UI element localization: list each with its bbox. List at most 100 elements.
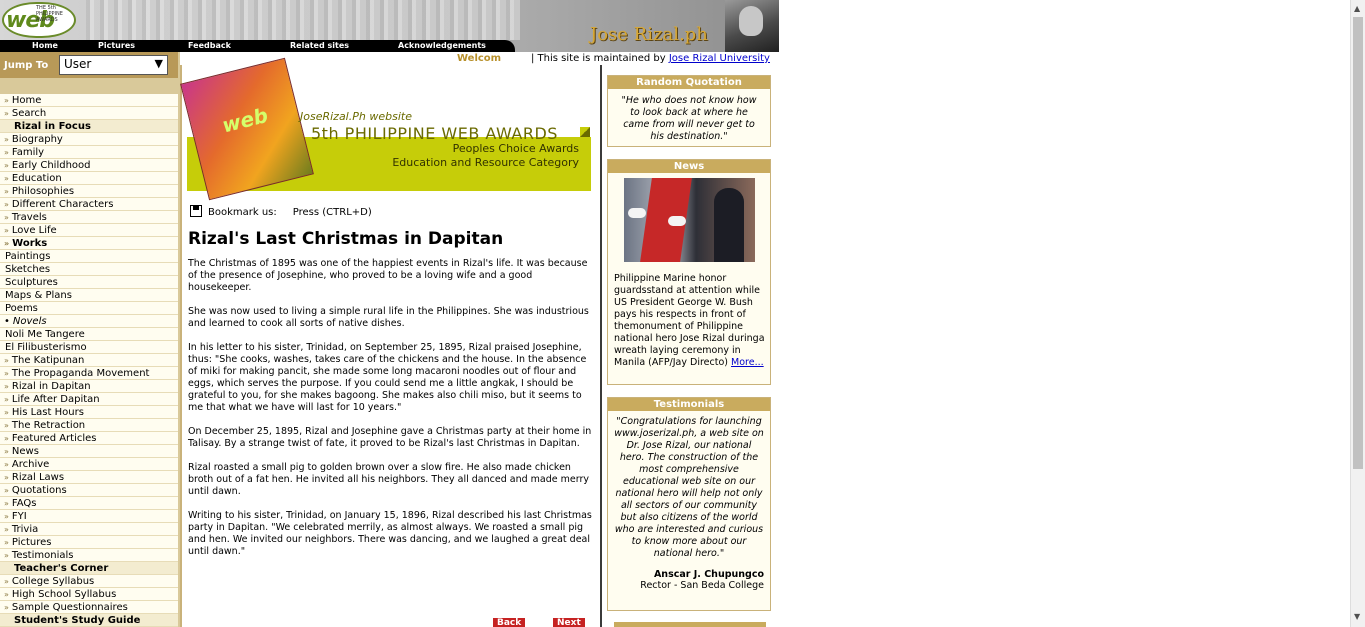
- sidebar-item[interactable]: » College Syllabus: [0, 575, 178, 588]
- sidebar-item[interactable]: » Featured Articles: [0, 432, 178, 445]
- bookmark-label: Bookmark us:: [208, 207, 277, 218]
- sidebar-item[interactable]: Paintings: [0, 250, 178, 263]
- back-button[interactable]: Back: [493, 618, 526, 627]
- sidebar-item[interactable]: » Sample Questionnaires: [0, 601, 178, 614]
- sidebar-item[interactable]: » Rizal Laws: [0, 471, 178, 484]
- sidebar-item[interactable]: Sculptures: [0, 276, 178, 289]
- nav-home[interactable]: Home: [32, 41, 58, 50]
- sidebar-item[interactable]: » Early Childhood: [0, 159, 178, 172]
- news-photo[interactable]: [624, 178, 755, 262]
- sidebar-item[interactable]: » The Retraction: [0, 419, 178, 432]
- sidebar-item-label: Teacher's Corner: [14, 563, 109, 574]
- scroll-up-arrow-icon[interactable]: ▲: [1354, 4, 1360, 13]
- jru-link[interactable]: Jose Rizal University: [669, 53, 770, 64]
- sidebar-item[interactable]: » Trivia: [0, 523, 178, 536]
- sidebar-item[interactable]: » High School Syllabus: [0, 588, 178, 601]
- sidebar-item[interactable]: Noli Me Tangere: [0, 328, 178, 341]
- news-caption: Philippine Marine honor guardsstand at a…: [614, 273, 765, 368]
- sidebar-item[interactable]: » Rizal in Dapitan: [0, 380, 178, 393]
- sidebar-item[interactable]: » The Katipunan: [0, 354, 178, 367]
- sidebar-item[interactable]: Sketches: [0, 263, 178, 276]
- sidebar-item[interactable]: El Filibusterismo: [0, 341, 178, 354]
- logo-small-text: THE 5th PHILIPPINE AWARDS: [36, 5, 63, 23]
- chevron-right-icon: »: [4, 213, 9, 222]
- sidebar-item[interactable]: » Travels: [0, 211, 178, 224]
- sidebar-item-label: The Retraction: [11, 420, 86, 431]
- banner-line-3: Peoples Choice Awards: [452, 142, 579, 155]
- scrollbar-thumb[interactable]: [1353, 17, 1363, 469]
- sidebar-item[interactable]: » Life After Dapitan: [0, 393, 178, 406]
- sidebar-item[interactable]: • Novels: [0, 315, 178, 328]
- nav-pictures[interactable]: Pictures: [98, 41, 135, 50]
- sidebar-item[interactable]: » Family: [0, 146, 178, 159]
- sidebar-item[interactable]: » Pictures: [0, 536, 178, 549]
- sidebar-item-label: The Katipunan: [11, 355, 85, 366]
- sidebar-item-label: Life After Dapitan: [11, 394, 100, 405]
- sidebar-item-label: His Last Hours: [11, 407, 84, 418]
- nav-related-sites[interactable]: Related sites: [290, 41, 349, 50]
- sidebar-item-label: Trivia: [11, 524, 39, 535]
- sidebar-item-label: Philosophies: [11, 186, 75, 197]
- sidebar-item-label: Rizal Laws: [11, 472, 65, 483]
- sidebar-item[interactable]: » The Propaganda Movement: [0, 367, 178, 380]
- article-paragraph: She was now used to living a simple rura…: [188, 306, 589, 329]
- next-button[interactable]: Next: [553, 618, 585, 627]
- sidebar-item-label: Noli Me Tangere: [5, 329, 85, 340]
- web-awards-logo[interactable]: web THE 5th PHILIPPINE AWARDS: [2, 2, 76, 38]
- sidebar-item[interactable]: » Archive: [0, 458, 178, 471]
- jump-to-select[interactable]: User ▼: [59, 55, 168, 75]
- testimonial-author: Anscar J. Chupungco: [653, 569, 764, 580]
- site-header: web THE 5th PHILIPPINE AWARDS Jose Rizal…: [0, 0, 779, 52]
- sidebar-item[interactable]: » Love Life: [0, 224, 178, 237]
- chevron-right-icon: »: [4, 499, 9, 508]
- chevron-right-icon: »: [4, 525, 9, 534]
- sidebar-item-label: Sculptures: [5, 277, 58, 288]
- article-paragraph: On December 25, 1895, Rizal and Josephin…: [188, 426, 592, 449]
- sidebar-item-label: Archive: [11, 459, 50, 470]
- floppy-disk-icon[interactable]: [190, 205, 202, 217]
- nav-feedback[interactable]: Feedback: [188, 41, 231, 50]
- sidebar: Jump To User ▼ » Home» Search Rizal in Focu…: [0, 52, 180, 627]
- sidebar-item-label: Featured Articles: [11, 433, 97, 444]
- sidebar-item[interactable]: » Different Characters: [0, 198, 178, 211]
- news-heading: News: [608, 160, 770, 173]
- sidebar-item[interactable]: » Search: [0, 107, 178, 120]
- sidebar-item[interactable]: » Education: [0, 172, 178, 185]
- scroll-down-arrow-icon[interactable]: ▼: [1354, 612, 1360, 621]
- chevron-right-icon: »: [4, 187, 9, 196]
- sidebar-item-label: High School Syllabus: [11, 589, 117, 600]
- sidebar-item[interactable]: » News: [0, 445, 178, 458]
- chevron-right-icon: »: [4, 135, 9, 144]
- sidebar-item-label: Pictures: [11, 537, 52, 548]
- chevron-right-icon: »: [4, 447, 9, 456]
- news-more-link[interactable]: More...: [731, 357, 764, 368]
- header-photo-strip: [80, 0, 520, 40]
- nav-acknowledgements[interactable]: Acknowledgements: [398, 41, 486, 50]
- sidebar-item[interactable]: » Biography: [0, 133, 178, 146]
- sidebar-item[interactable]: » His Last Hours: [0, 406, 178, 419]
- sidebar-item-label: FYI: [11, 511, 27, 522]
- sidebar-item[interactable]: » FAQs: [0, 497, 178, 510]
- chevron-right-icon: »: [4, 109, 9, 118]
- sidebar-item[interactable]: » Home: [0, 94, 178, 107]
- chevron-right-icon: »: [4, 512, 9, 521]
- chevron-right-icon: »: [4, 200, 9, 209]
- sidebar-item[interactable]: Poems: [0, 302, 178, 315]
- sidebar-item-label: Home: [11, 95, 42, 106]
- sidebar-item-label: Biography: [11, 134, 63, 145]
- sidebar-item[interactable]: » Testimonials: [0, 549, 178, 562]
- web-awards-banner[interactable]: web JoseRizal.Ph website 5th PHILIPPINE …: [180, 57, 591, 201]
- banner-line-1: JoseRizal.Ph website: [300, 110, 412, 123]
- sidebar-item[interactable]: » Philosophies: [0, 185, 178, 198]
- scrollbar[interactable]: ▲ ▼: [1350, 0, 1365, 627]
- article-body: The Christmas of 1895 was one of the hap…: [188, 258, 598, 570]
- sidebar-item[interactable]: » FYI: [0, 510, 178, 523]
- news-text: Philippine Marine honor guardsstand at a…: [614, 273, 768, 369]
- sidebar-item-label: Family: [11, 147, 45, 158]
- chevron-right-icon: »: [4, 226, 9, 235]
- sidebar-item[interactable]: » Quotations: [0, 484, 178, 497]
- sidebar-item[interactable]: Maps & Plans: [0, 289, 178, 302]
- bookmark-hint: Press (CTRL+D): [292, 207, 372, 218]
- sidebar-item-label: Student's Study Guide: [14, 615, 141, 626]
- sidebar-item[interactable]: » Works: [0, 237, 178, 250]
